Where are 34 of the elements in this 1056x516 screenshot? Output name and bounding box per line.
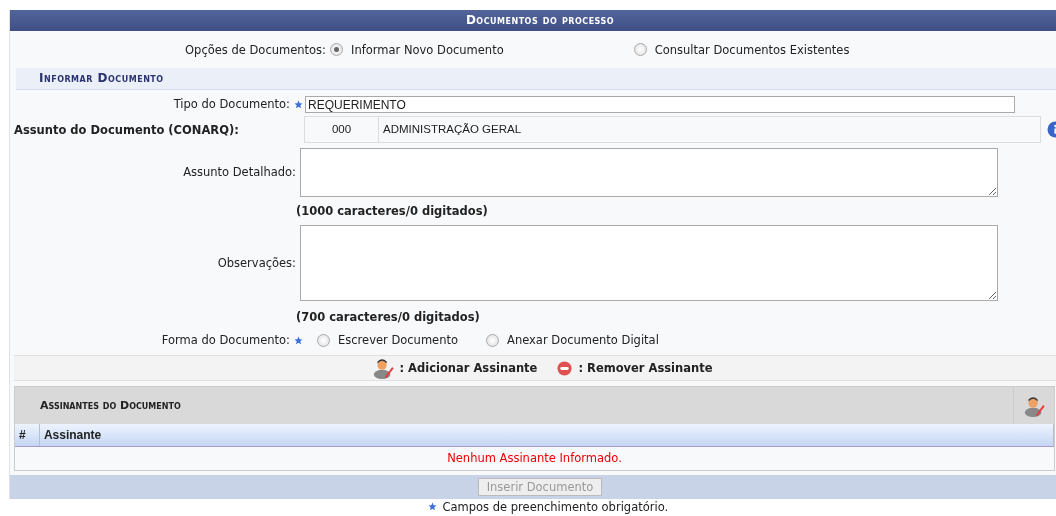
text-area[interactable] bbox=[300, 147, 998, 197]
table-cell: ADMINISTRAÇÃO GERAL bbox=[379, 117, 1041, 142]
empty-message: Nenhum Assinante Informado. bbox=[446, 450, 623, 467]
text-area[interactable] bbox=[300, 225, 998, 301]
legend-text: : Adicionar Assinante bbox=[399, 361, 538, 375]
legend-text: : Remover Assinante bbox=[578, 361, 713, 375]
character-counter: (1000 caracteres/0 digitados) bbox=[296, 204, 488, 218]
input-field[interactable]: REQUERIMENTO bbox=[305, 95, 1015, 113]
field-label: Assunto do Documento (CONARQ): bbox=[13, 122, 240, 137]
field-label: Observações: bbox=[216, 256, 297, 270]
radio-button[interactable] bbox=[486, 333, 499, 347]
person-pen-icon bbox=[371, 357, 394, 379]
remove-icon bbox=[557, 360, 573, 376]
radio-label[interactable]: Escrever Documento bbox=[338, 333, 458, 347]
column-header: Assinante bbox=[39, 424, 1054, 446]
field-label: Forma do Documento: bbox=[160, 333, 291, 347]
column-header: # bbox=[15, 424, 40, 446]
field-label: Tipo do Documento: bbox=[172, 97, 291, 111]
section-header: Informar Documento bbox=[16, 68, 1056, 90]
required-note: Campos de preenchimento obrigatório. bbox=[442, 500, 669, 514]
radio-label[interactable]: Anexar Documento Digital bbox=[507, 333, 659, 347]
panel-title: Documentos do processo bbox=[10, 10, 1056, 31]
table-cell: 000 bbox=[304, 117, 379, 142]
required-star-icon bbox=[427, 502, 437, 511]
add-signer-icon[interactable] bbox=[1023, 394, 1045, 417]
field-label: Assunto Detalhado: bbox=[182, 165, 297, 179]
field-label: Opções de Documentos: bbox=[184, 42, 327, 57]
radio-label[interactable]: Consultar Documentos Existentes bbox=[654, 42, 850, 57]
table-title: Assinantes do Documento bbox=[40, 399, 181, 412]
character-counter: (700 caracteres/0 digitados) bbox=[296, 310, 480, 324]
radio-button[interactable] bbox=[317, 333, 330, 347]
radio-button[interactable] bbox=[633, 43, 647, 56]
radio-button[interactable] bbox=[330, 43, 343, 56]
radio-label[interactable]: Informar Novo Documento bbox=[351, 42, 504, 57]
